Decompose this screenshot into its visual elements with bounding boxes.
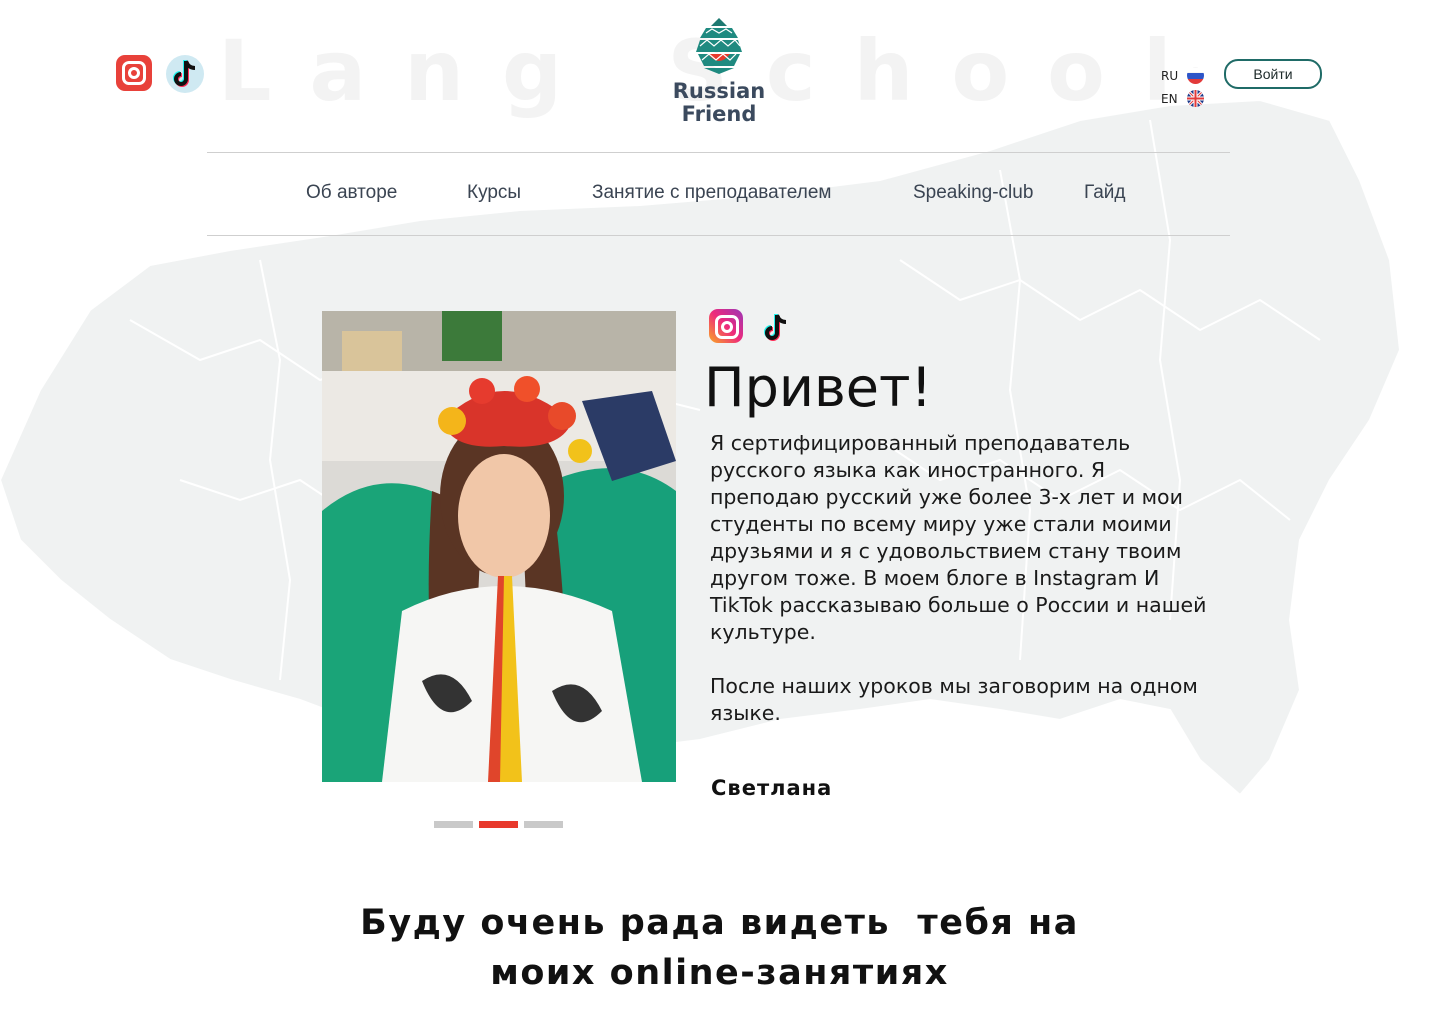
author-signature: Светлана (711, 776, 833, 800)
uk-flag-icon (1187, 90, 1204, 107)
nav-item-about[interactable]: Об авторе (306, 182, 397, 204)
instagram-icon[interactable] (116, 55, 152, 91)
greeting-heading: Привет! (704, 356, 933, 419)
author-social-links (709, 309, 795, 347)
login-button[interactable]: Войти (1224, 59, 1322, 89)
bio-paragraph-2: После наших уроков мы заговорим на одном… (710, 674, 1198, 725)
main-nav: Об авторе Курсы Занятие с преподавателем… (0, 182, 1439, 210)
logo-line-2: Friend (681, 102, 757, 126)
carousel-indicators (434, 821, 563, 828)
language-code: RU (1161, 68, 1179, 83)
tiktok-icon[interactable] (166, 55, 204, 93)
pine-cone-icon (696, 18, 742, 74)
language-option-ru[interactable]: RU (1161, 64, 1204, 87)
language-code: EN (1161, 91, 1178, 106)
logo-text: Russian Friend (660, 80, 778, 126)
bio-paragraph-1: Я сертифицированный преподаватель русско… (710, 431, 1207, 644)
author-bio: Я сертифицированный преподаватель русско… (710, 430, 1220, 727)
nav-item-speaking-club[interactable]: Speaking-club (913, 182, 1033, 204)
carousel-dot-1[interactable] (434, 821, 473, 828)
nav-divider-top (207, 152, 1230, 153)
russia-flag-icon (1187, 67, 1204, 84)
header-social-links (116, 55, 204, 93)
instagram-icon[interactable] (709, 309, 743, 343)
nav-item-courses[interactable]: Курсы (467, 182, 521, 204)
cta-line-2: моих online-занятиях (490, 953, 949, 993)
language-option-en[interactable]: EN (1161, 87, 1204, 110)
cta-line-1: Буду очень рада видеть тебя на (360, 903, 1079, 943)
cta-heading: Буду очень рада видеть тебя на моих onli… (0, 898, 1439, 998)
nav-item-guide[interactable]: Гайд (1084, 182, 1126, 204)
teacher-photo (322, 311, 676, 782)
language-switcher: RU EN (1161, 64, 1204, 110)
carousel-dot-2-active[interactable] (479, 821, 518, 828)
tiktok-icon[interactable] (757, 309, 795, 347)
nav-item-tutor-lesson[interactable]: Занятие с преподавателем (592, 182, 831, 204)
nav-divider-bottom (207, 235, 1230, 236)
logo-line-1: Russian (672, 79, 766, 103)
russian-friend-logo[interactable]: Russian Friend (660, 16, 778, 126)
carousel-dot-3[interactable] (524, 821, 563, 828)
